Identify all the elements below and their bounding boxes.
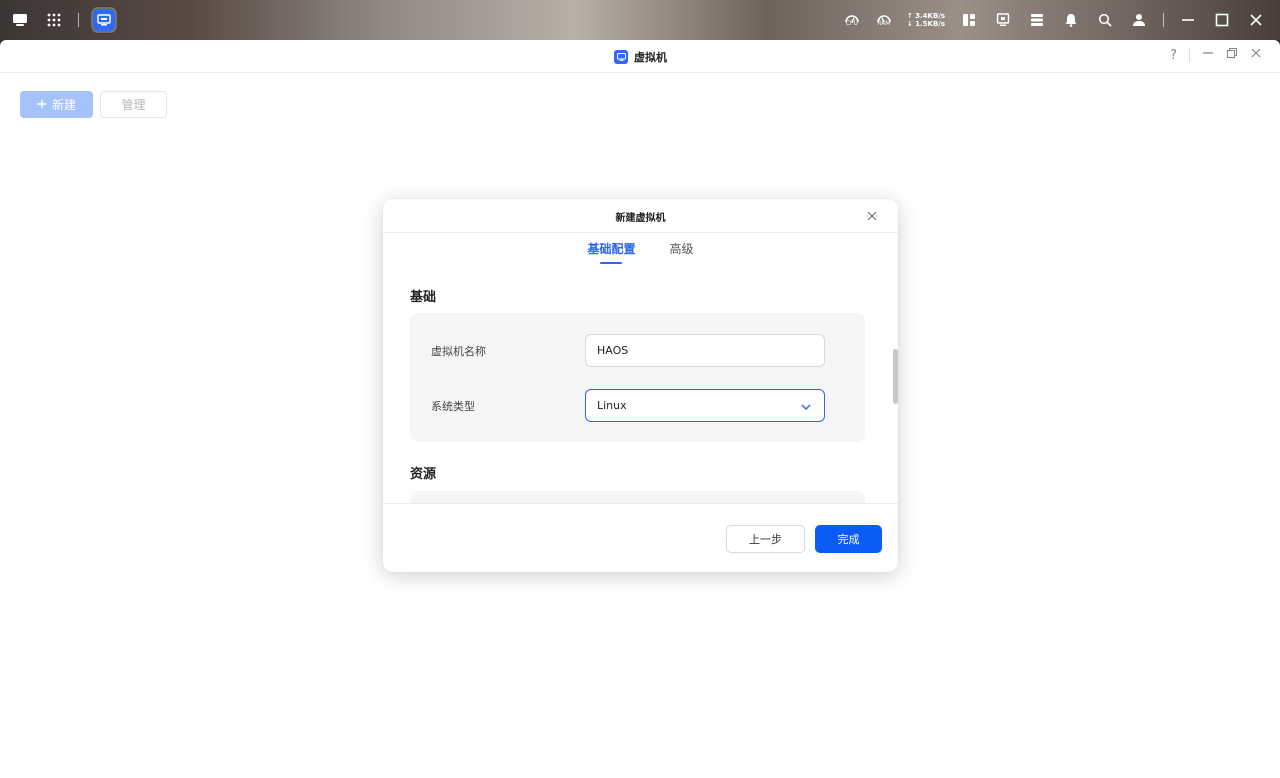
vm-name-value: HAOS — [597, 344, 629, 357]
new-vm-button[interactable]: 新建 — [20, 91, 93, 118]
dialog-header: 新建虚拟机 — [383, 199, 898, 233]
create-vm-dialog: 新建虚拟机 基础配置 高级 基础 虚拟机名称 HAOS 系统类型 Linux 资… — [383, 199, 898, 572]
basic-section-panel: 虚拟机名称 HAOS 系统类型 Linux — [410, 313, 865, 442]
plus-icon — [37, 98, 47, 112]
ram-label: RAM — [877, 20, 891, 27]
os-type-value: Linux — [597, 399, 627, 412]
window-restore-icon[interactable] — [1226, 47, 1238, 63]
maximize-icon[interactable] — [1212, 10, 1232, 30]
tasks-icon[interactable] — [1027, 10, 1047, 30]
os-type-select[interactable]: Linux — [585, 389, 825, 422]
taskbar-left-group — [10, 5, 115, 35]
tab-advanced[interactable]: 高级 — [670, 240, 694, 264]
desktop-icon[interactable] — [10, 10, 30, 30]
window-title-group: 虚拟机 — [614, 49, 667, 65]
taskbar-divider — [78, 13, 79, 27]
dialog-scrollbar[interactable] — [893, 349, 898, 404]
new-vm-label: 新建 — [51, 98, 76, 112]
cpu-gauge[interactable]: CPU — [843, 13, 861, 27]
search-icon[interactable] — [1095, 10, 1115, 30]
help-button[interactable]: ? — [1170, 48, 1177, 63]
vm-name-label: 虚拟机名称 — [431, 345, 486, 358]
cpu-label: CPU — [845, 20, 858, 27]
window-close-icon[interactable] — [1250, 47, 1262, 63]
window-minimize-icon[interactable] — [1202, 47, 1214, 63]
section-title-basic: 基础 — [410, 290, 437, 305]
window-titlebar[interactable]: 虚拟机 ? — [0, 40, 1280, 73]
widgets-icon[interactable] — [959, 10, 979, 30]
user-icon[interactable] — [1129, 10, 1149, 30]
os-type-label: 系统类型 — [431, 400, 475, 413]
download-speed: ↓ 1.5KB/s — [906, 20, 945, 28]
section-title-resources: 资源 — [410, 467, 437, 482]
dialog-tabs: 基础配置 高级 — [383, 240, 898, 264]
monitor-icon[interactable] — [993, 10, 1013, 30]
manage-button[interactable]: 管理 — [100, 91, 167, 118]
minimize-icon[interactable] — [1178, 10, 1198, 30]
finish-button[interactable]: 完成 — [815, 525, 882, 553]
network-speed[interactable]: ↑ 3.4KB/s ↓ 1.5KB/s — [907, 12, 945, 28]
window-controls-divider — [1189, 48, 1190, 62]
previous-step-button[interactable]: 上一步 — [726, 525, 805, 553]
vm-name-input[interactable]: HAOS — [585, 334, 825, 367]
virtual-machine-icon — [614, 50, 628, 64]
tab-basic-config[interactable]: 基础配置 — [587, 240, 636, 264]
window-controls: ? — [1170, 47, 1262, 63]
notification-bell-icon[interactable] — [1061, 10, 1081, 30]
ram-gauge[interactable]: RAM — [875, 13, 893, 27]
taskbar-right-group: CPU RAM ↑ 3.4KB/s ↓ 1.5KB/s — [843, 8, 1266, 32]
window-title: 虚拟机 — [634, 51, 667, 64]
upload-speed: ↑ 3.4KB/s — [906, 12, 945, 20]
close-icon[interactable] — [1246, 10, 1266, 30]
window-toolbar: 新建 管理 — [20, 91, 167, 118]
taskbar-divider-right — [1163, 13, 1164, 27]
resources-section-panel — [410, 491, 865, 503]
apps-grid-icon[interactable] — [44, 10, 64, 30]
dialog-close-icon[interactable] — [866, 210, 878, 222]
dialog-body: 基础 虚拟机名称 HAOS 系统类型 Linux 资源 — [383, 271, 898, 503]
dialog-footer: 上一步 完成 — [383, 503, 898, 572]
system-taskbar: CPU RAM ↑ 3.4KB/s ↓ 1.5KB/s — [0, 0, 1280, 40]
dialog-title: 新建虚拟机 — [615, 213, 666, 224]
chevron-down-icon — [801, 401, 811, 414]
virtual-machine-icon[interactable] — [93, 9, 115, 31]
